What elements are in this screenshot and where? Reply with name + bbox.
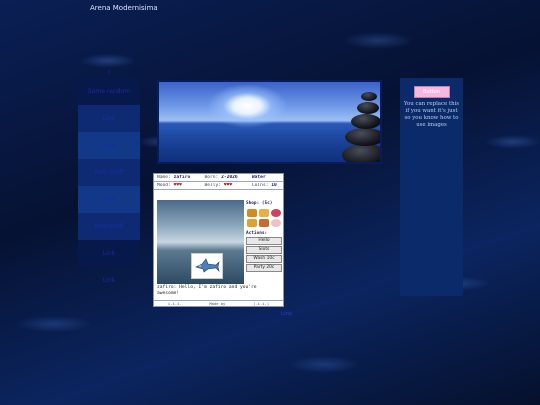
sidebar-item-pets-stuff-2[interactable]: Pets Stuff [78, 213, 140, 240]
mood-label: Mood: [157, 183, 171, 188]
food-item-icon[interactable] [247, 209, 257, 217]
header-banner-image [157, 80, 382, 164]
pet-info-row-2: Mood: ♥♥♥ Belly: ♥♥♥ Coins: 10 [154, 182, 283, 190]
belly-label: Belly: [204, 183, 222, 188]
stone-shape [361, 92, 377, 101]
pet-side-panel: Shop: (5c) Actions: Hello Slots Wash 10c… [246, 200, 283, 273]
sidebar-item-question[interactable]: ? [78, 60, 140, 87]
image-button[interactable]: Button [413, 86, 450, 98]
wash-button[interactable]: Wash 10c [246, 255, 282, 263]
shark-icon [195, 258, 220, 273]
slots-button[interactable]: Slots [246, 246, 282, 254]
sidebar-item-link-1[interactable]: Link [78, 105, 140, 132]
pet-born: 2-2026 [221, 175, 238, 180]
stone-shape [357, 102, 379, 114]
pet-chat-message: zafiro: Hello, I'm zafiro and you're awe… [157, 285, 257, 296]
pet-info-row-1: Name: zafiro Born: 2-2026 Water [154, 174, 283, 182]
sidebar-item-link-2[interactable]: Link [78, 132, 140, 159]
sidebar-item-link-4[interactable]: Link [78, 240, 140, 267]
footer-made-by[interactable]: Made by [209, 301, 225, 306]
name-label: Name: [157, 175, 171, 180]
pet-scene [157, 200, 244, 284]
coins-label: Coins: [251, 183, 269, 188]
sidebar-item-link-5[interactable]: Link [78, 267, 140, 294]
hello-button[interactable]: Hello [246, 237, 282, 245]
footer-link[interactable]: Link [281, 311, 292, 317]
food-item-icon[interactable] [271, 219, 281, 227]
pet-image [191, 253, 223, 279]
widget-footer: i.i.i. Made by (.i.i.) [154, 300, 283, 306]
sidebar-nav: ? Some random Link Link Pets Stuff Link … [78, 70, 140, 294]
stone-shape [351, 114, 380, 129]
right-sidebar-text: You can replace this if you want it's ju… [403, 101, 460, 128]
food-item-icon[interactable] [271, 209, 281, 217]
shop-title: Shop: (5c) [246, 201, 273, 206]
pet-type: Water [251, 175, 266, 180]
party-button[interactable]: Party 20c [246, 264, 282, 272]
stone-shape [345, 128, 380, 146]
shop-items [247, 209, 283, 227]
food-item-icon[interactable] [247, 219, 257, 227]
food-item-icon[interactable] [259, 219, 269, 227]
site-title: Arena Modernisima [90, 4, 158, 12]
sidebar-item-link-3[interactable]: Link [78, 186, 140, 213]
coins-value: 10 [271, 183, 277, 188]
virtual-pet-widget: Name: zafiro Born: 2-2026 Water Mood: ♥♥… [153, 173, 284, 307]
footer-right: (.i.i.) [253, 301, 270, 306]
mood-hearts: ♥♥♥ [173, 183, 182, 188]
footer-left: i.i.i. [167, 301, 182, 306]
right-sidebar: Button You can replace this if you want … [400, 78, 463, 296]
pet-name: zafiro [173, 175, 191, 180]
stone-shape [342, 144, 380, 162]
born-label: Born: [204, 175, 219, 180]
sidebar-item-pets-stuff-1[interactable]: Pets Stuff [78, 159, 140, 186]
food-item-icon[interactable] [259, 209, 269, 217]
actions-title: Actions: [246, 231, 268, 236]
belly-hearts: ♥♥♥ [223, 183, 233, 188]
